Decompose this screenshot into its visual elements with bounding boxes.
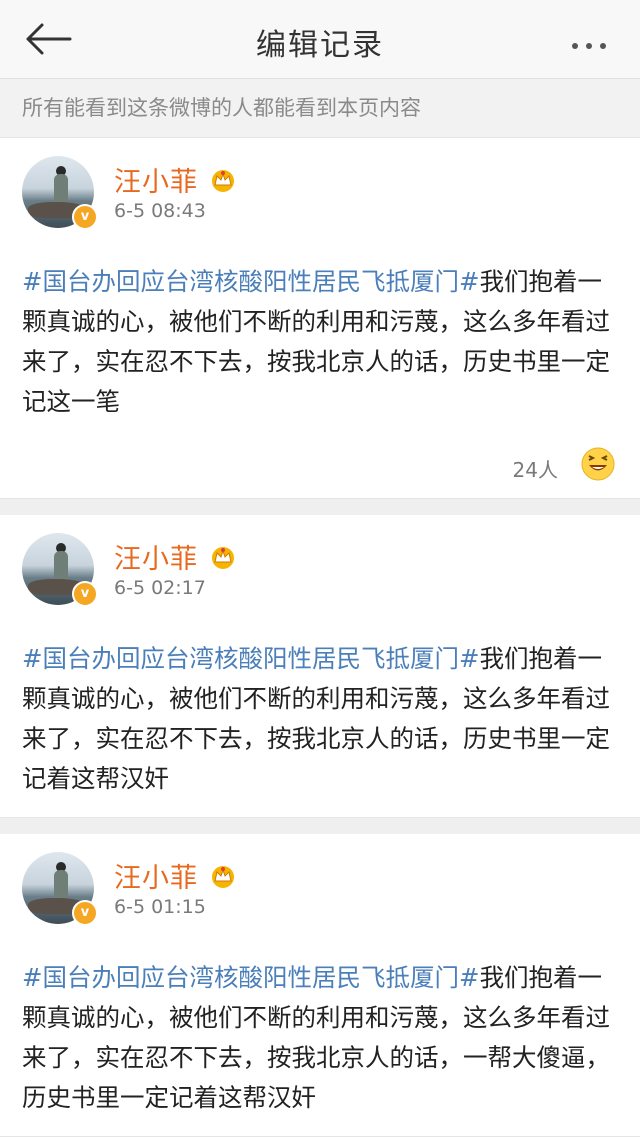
crown-icon[interactable] <box>209 544 237 570</box>
topic-link[interactable]: #国台办回应台湾核酸阳性居民飞抵厦门# <box>22 644 480 673</box>
topic-link[interactable]: #国台办回应台湾核酸阳性居民飞抵厦门# <box>22 267 480 296</box>
post-content: #国台办回应台湾核酸阳性居民飞抵厦门#我们抱着一颗真诚的心，被他们不断的利用和污… <box>22 244 618 440</box>
post-time: 6-5 02:17 <box>114 577 206 599</box>
author-name[interactable]: 汪小菲 <box>114 544 198 575</box>
laughing-emoji-icon[interactable] <box>580 446 616 482</box>
verified-badge-icon: v <box>72 204 98 230</box>
page-title: 编辑记录 <box>256 28 384 63</box>
author-name[interactable]: 汪小菲 <box>114 863 198 894</box>
post-content: #国台办回应台湾核酸阳性居民飞抵厦门#我们抱着一颗真诚的心，被他们不断的利用和污… <box>22 621 618 817</box>
verified-badge-icon: v <box>72 900 98 926</box>
top-bar: 编辑记录 <box>0 0 640 79</box>
post-time: 6-5 08:43 <box>114 200 206 222</box>
topic-link[interactable]: #国台办回应台湾核酸阳性居民飞抵厦门# <box>22 963 480 992</box>
verified-badge-icon: v <box>72 581 98 607</box>
visibility-notice: 所有能看到这条微博的人都能看到本页内容 <box>0 79 640 138</box>
edit-record-item: v 汪小菲 6-5 02:17 #国台办回应台湾核酸阳性居民飞抵厦门#我们抱着一… <box>0 515 640 818</box>
post-time: 6-5 01:15 <box>114 896 206 918</box>
crown-icon[interactable] <box>209 167 237 193</box>
edit-record-item: v 汪小菲 6-5 01:15 #国台办回应台湾核酸阳性居民飞抵厦门#我们抱着一… <box>0 834 640 1137</box>
edit-record-item: v 汪小菲 6-5 08:43 #国台办回应台湾核酸阳性居民飞抵厦门#我们抱着一… <box>0 138 640 499</box>
more-options-icon[interactable] <box>572 34 618 49</box>
post-content: #国台办回应台湾核酸阳性居民飞抵厦门#我们抱着一颗真诚的心，被他们不断的利用和污… <box>22 940 618 1136</box>
like-count: 24人 <box>512 458 558 482</box>
author-name[interactable]: 汪小菲 <box>114 167 198 198</box>
crown-icon[interactable] <box>209 863 237 889</box>
